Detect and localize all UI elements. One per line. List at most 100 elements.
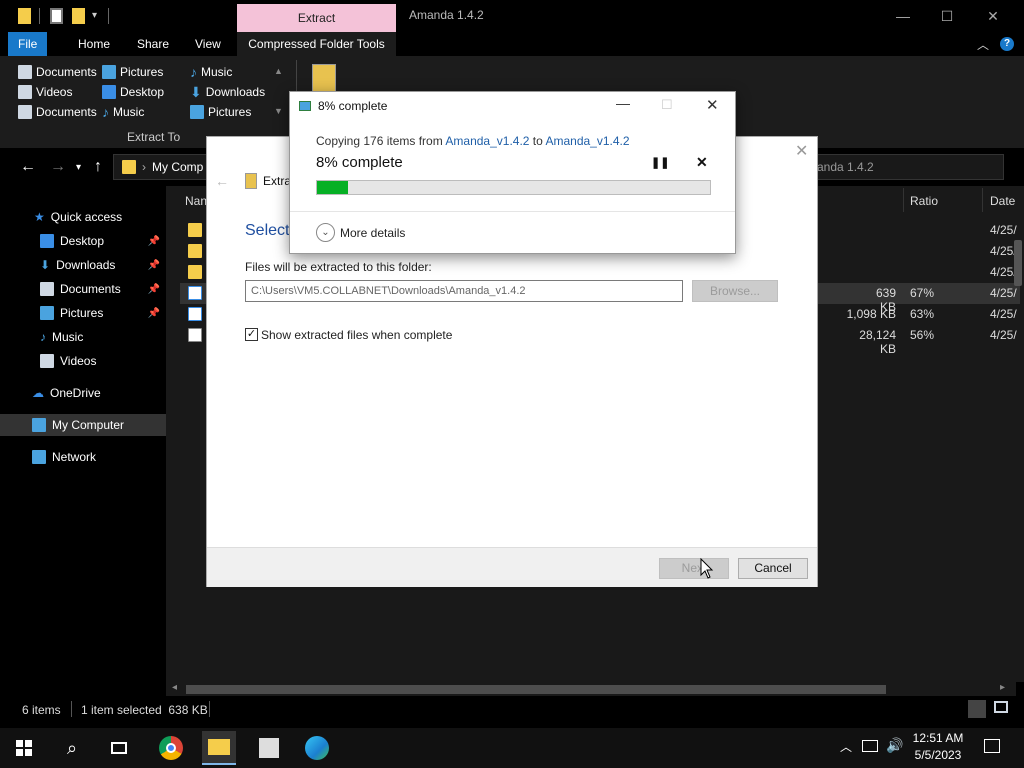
dest-music-2[interactable]: ♪ Music [102, 102, 144, 122]
column-name-header[interactable]: Nan [185, 194, 207, 208]
nav-music[interactable]: ♪ Music [0, 326, 166, 348]
edge-icon[interactable] [300, 731, 334, 765]
dialog-maximize-button[interactable]: ☐ [661, 97, 673, 113]
chevron-down-icon[interactable]: ⌄ [316, 223, 335, 242]
horizontal-scrollbar[interactable]: ◂ ▸ [166, 682, 1016, 696]
folder-icon [122, 160, 136, 174]
dest-pictures-2[interactable]: Pictures [190, 102, 251, 122]
cancel-copy-icon[interactable]: ✕ [696, 154, 708, 171]
nav-quick-access[interactable]: ★ Quick access [0, 206, 166, 228]
expand-gallery-icon[interactable]: ▼ [274, 106, 283, 116]
selection-info: 1 item selected 638 KB [81, 703, 208, 717]
back-arrow-icon[interactable]: ← [20, 158, 36, 176]
tab-compressed-folder-tools[interactable]: Compressed Folder Tools [237, 32, 396, 56]
nav-videos[interactable]: Videos [0, 350, 166, 372]
scroll-right-icon[interactable]: ▸ [1000, 682, 1005, 693]
dest-desktop[interactable]: Desktop [102, 82, 164, 102]
dialog-minimize-button[interactable]: — [616, 95, 630, 111]
column-date-header[interactable]: Date [990, 194, 1015, 208]
large-icons-view-icon[interactable] [994, 701, 1008, 713]
mouse-cursor-icon [700, 558, 714, 579]
pin-icon[interactable]: 📌 [148, 284, 160, 295]
collapse-ribbon-icon[interactable]: ︿ [977, 36, 989, 53]
tab-file[interactable]: File [8, 32, 48, 56]
scroll-up-icon[interactable]: ▲ [274, 66, 283, 76]
nav-label: Pictures [60, 306, 104, 320]
maximize-button[interactable]: ☐ [924, 0, 970, 32]
search-icon[interactable]: ⌕ [55, 731, 89, 765]
file-explorer-icon[interactable] [202, 731, 236, 765]
network-status-icon[interactable] [862, 740, 878, 752]
task-view-icon[interactable] [102, 731, 136, 765]
vertical-scrollbar[interactable] [1014, 240, 1022, 286]
file-size: 28,124 KB [859, 328, 896, 356]
dest-documents-2[interactable]: Documents [18, 102, 97, 122]
more-details-link[interactable]: More details [340, 226, 405, 240]
context-tab-extract[interactable]: Extract [237, 4, 396, 32]
pin-icon[interactable]: 📌 [148, 236, 160, 247]
minimize-button[interactable]: — [880, 0, 926, 32]
source-link[interactable]: Amanda_v1.4.2 [445, 134, 529, 148]
dest-label: Downloads [205, 85, 266, 99]
next-button[interactable]: Next [659, 558, 729, 579]
dest-videos[interactable]: Videos [18, 82, 72, 102]
new-folder-icon[interactable] [72, 8, 85, 24]
extract-all-icon[interactable] [312, 64, 336, 92]
customize-qa-icon[interactable]: ▾ [92, 10, 97, 26]
progress-percent: 8% complete [316, 154, 403, 171]
column-divider[interactable] [982, 188, 983, 212]
chrome-icon[interactable] [154, 731, 188, 765]
nav-network[interactable]: Network [0, 446, 166, 468]
nav-onedrive[interactable]: ☁ OneDrive [0, 382, 166, 404]
properties-icon[interactable] [50, 8, 63, 24]
nav-desktop[interactable]: Desktop 📌 [0, 230, 166, 252]
wizard-close-icon[interactable]: ✕ [795, 141, 808, 161]
tab-share[interactable]: Share [127, 32, 179, 56]
column-divider[interactable] [903, 188, 904, 212]
close-button[interactable]: ✕ [970, 0, 1016, 32]
nav-pictures[interactable]: Pictures 📌 [0, 302, 166, 324]
clock[interactable]: 12:51 AM 5/5/2023 [905, 731, 971, 762]
dest-documents[interactable]: Documents [18, 62, 97, 82]
wizard-heading: Select [245, 222, 290, 239]
tab-home[interactable]: Home [68, 32, 120, 56]
up-arrow-icon[interactable]: ↑ [94, 158, 102, 176]
nav-label: Music [52, 330, 84, 344]
recent-locations-icon[interactable]: ▾ [76, 162, 81, 173]
breadcrumb[interactable]: My Comp [152, 160, 203, 174]
search-input[interactable]: anda 1.4.2 [800, 154, 1004, 180]
tab-view[interactable]: View [185, 32, 231, 56]
dialog-close-button[interactable]: ✕ [706, 96, 719, 114]
column-ratio-header[interactable]: Ratio [910, 194, 938, 208]
nav-documents[interactable]: Documents 📌 [0, 278, 166, 300]
app-icon[interactable] [252, 731, 286, 765]
scroll-left-icon[interactable]: ◂ [172, 682, 177, 693]
scroll-thumb[interactable] [186, 685, 886, 694]
browse-button[interactable]: Browse... [692, 280, 778, 302]
cancel-button[interactable]: Cancel [738, 558, 808, 579]
show-files-checkbox[interactable]: ✓ [245, 328, 258, 341]
destination-link[interactable]: Amanda_v1.4.2 [545, 134, 629, 148]
dest-music[interactable]: ♪ Music [190, 62, 232, 82]
nav-downloads[interactable]: ⬇ Downloads 📌 [0, 254, 166, 276]
forward-arrow-icon[interactable]: → [50, 158, 66, 176]
start-button[interactable] [7, 731, 41, 765]
dest-label: Pictures [120, 65, 164, 79]
ribbon-group-label: Extract To [127, 130, 181, 144]
music-icon: ♪ [40, 330, 46, 344]
nav-my-computer[interactable]: My Computer [0, 414, 166, 436]
destination-path-field[interactable] [245, 280, 683, 302]
pause-icon[interactable]: ❚❚ [651, 156, 669, 169]
volume-icon[interactable]: 🔊 [886, 737, 903, 754]
show-hidden-icons-icon[interactable]: ︿ [840, 738, 852, 755]
dest-downloads[interactable]: ⬇ Downloads [190, 82, 265, 102]
folder-icon[interactable] [18, 8, 31, 24]
details-view-icon[interactable] [968, 700, 986, 718]
pin-icon[interactable]: 📌 [148, 308, 160, 319]
wizard-back-icon[interactable]: ← [215, 173, 229, 189]
file-date: 4/25/ [990, 244, 1017, 258]
help-icon[interactable]: ? [1000, 37, 1014, 51]
pin-icon[interactable]: 📌 [148, 260, 160, 271]
dest-pictures[interactable]: Pictures [102, 62, 163, 82]
notifications-icon[interactable] [984, 739, 1000, 753]
